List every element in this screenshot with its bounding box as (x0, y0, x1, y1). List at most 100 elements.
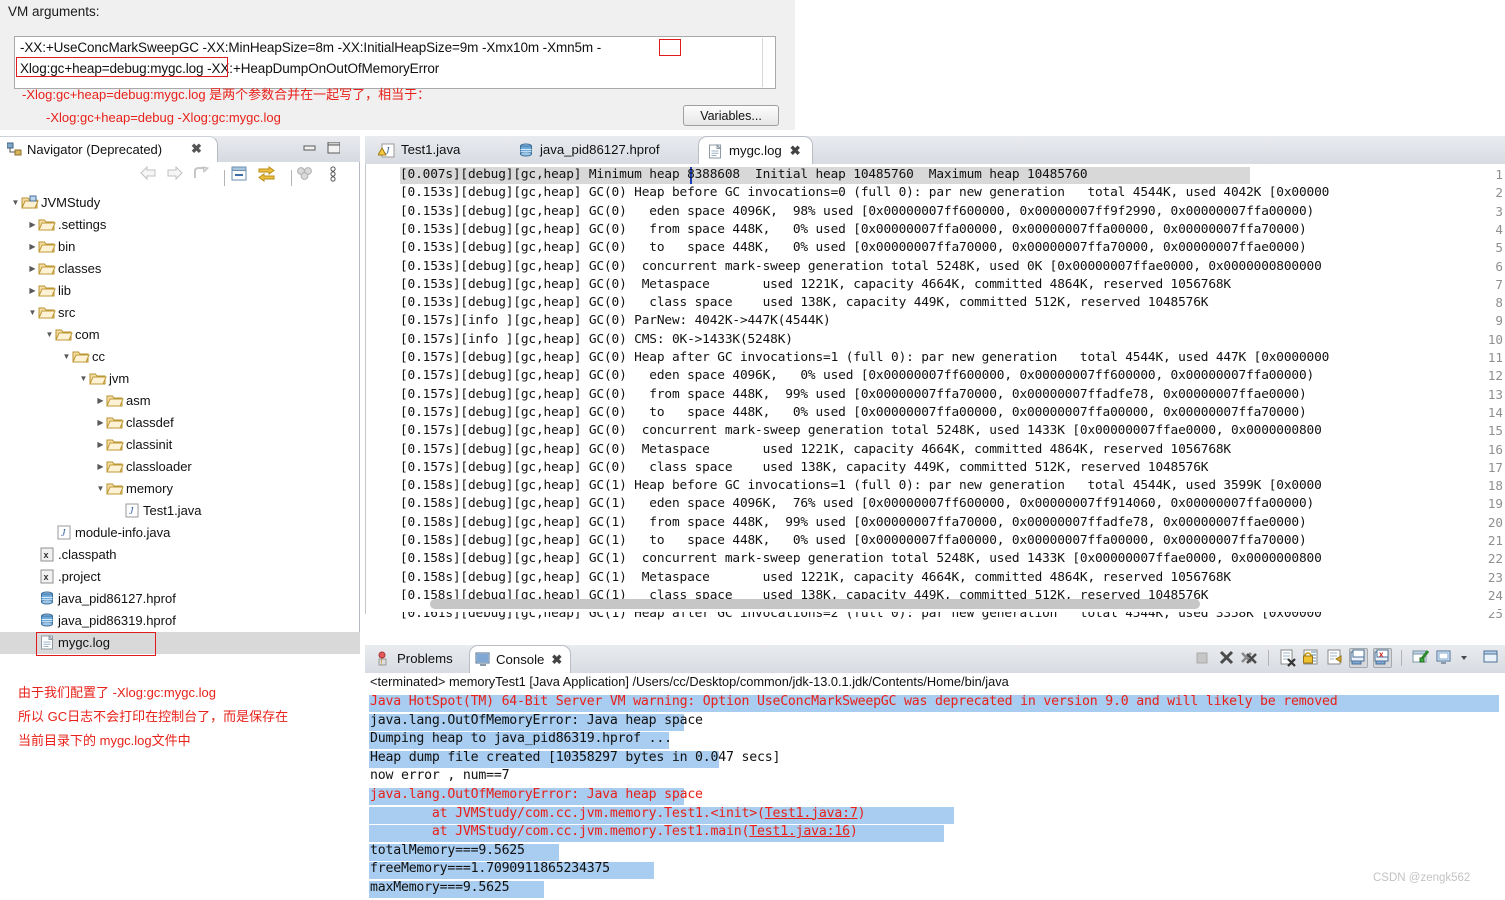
chevron-down-icon[interactable]: ▼ (10, 192, 21, 214)
close-icon[interactable]: ✖ (551, 646, 562, 674)
tree-item-com[interactable]: ▼ com (0, 324, 360, 346)
editor-tab-mygc-log[interactable]: mygc.log ✖ (698, 136, 813, 164)
tree-item-label: classinit (126, 437, 173, 452)
up-icon[interactable] (192, 166, 214, 186)
tree-item--classpath[interactable]: x .classpath (0, 544, 360, 566)
tree-item-memory[interactable]: ▼ memory (0, 478, 360, 500)
log-line: [0.157s][debug][gc,heap] GC(0) Metaspace… (400, 441, 1231, 457)
folder-icon (106, 483, 124, 495)
remove-all-launches-icon[interactable] (1240, 648, 1259, 668)
tree-item-jvmstudy[interactable]: ▼ JVMStudy (0, 192, 360, 214)
show-console-on-error-icon[interactable]: x (1372, 648, 1392, 668)
editor-tab-java-pid86127-hprof[interactable]: java_pid86127.hprof (510, 136, 688, 164)
console-dropdown-icon[interactable] (1459, 648, 1478, 668)
tab-console[interactable]: Console ✖ (469, 645, 572, 674)
log-line: [0.158s][debug][gc,heap] GC(1) Heap befo… (400, 478, 1322, 494)
close-icon[interactable]: ✖ (191, 141, 202, 157)
navigator-annotation-3: 当前目录下的 mygc.log文件中 (18, 733, 191, 748)
tree-item-label: module-info.java (75, 525, 171, 540)
tree-item-cc[interactable]: ▼ cc (0, 346, 360, 368)
chevron-right-icon[interactable]: ▶ (27, 258, 38, 280)
console-output[interactable]: <terminated> memoryTest1 [Java Applicati… (365, 673, 1505, 900)
svg-text:!: ! (381, 660, 383, 667)
maximize-icon[interactable] (327, 142, 340, 154)
variables-button[interactable]: Variables... (683, 105, 779, 126)
filters-icon[interactable] (296, 166, 318, 186)
collapse-all-icon[interactable] (230, 166, 252, 186)
tab-problems[interactable]: ! Problems (371, 645, 453, 673)
stack-trace-link[interactable]: Test1.java:7 (765, 806, 858, 821)
chevron-right-icon[interactable]: ▶ (95, 412, 106, 434)
editor-hscrollbar-thumb[interactable] (430, 599, 1200, 609)
tree-item-test1-java[interactable]: J Test1.java (0, 500, 360, 522)
navigator-tree[interactable]: ▼ JVMStudy ▶ .settings ▶ bin ▶ classes ▶ lib ▼ src ▼… (0, 192, 360, 654)
tree-item-classloader[interactable]: ▶ classloader (0, 456, 360, 478)
tree-item--settings[interactable]: ▶ .settings (0, 214, 360, 236)
tree-item-classdef[interactable]: ▶ classdef (0, 412, 360, 434)
chevron-down-icon[interactable]: ▼ (61, 346, 72, 368)
log-line: [0.153s][debug][gc,heap] GC(0) to space … (400, 240, 1307, 256)
chevron-right-icon[interactable]: ▶ (27, 214, 38, 236)
tab-navigator[interactable]: Navigator (Deprecated) ✖ (0, 136, 218, 162)
tree-item-bin[interactable]: ▶ bin (0, 236, 360, 258)
tree-item-label: classdef (126, 415, 174, 430)
editor-hscrollbar[interactable] (396, 599, 1498, 612)
chevron-down-icon[interactable]: ▼ (44, 324, 55, 346)
line-number: 8 (1495, 295, 1503, 311)
hprof-file-icon (41, 613, 53, 627)
console-launch-header: <terminated> memoryTest1 [Java Applicati… (370, 674, 1009, 689)
log-line: [0.157s][debug][gc,heap] GC(0) to space … (400, 404, 1307, 420)
display-selected-console-icon[interactable] (1435, 648, 1454, 668)
log-line: [0.153s][debug][gc,heap] GC(0) eden spac… (400, 203, 1315, 219)
chevron-down-icon[interactable]: ▼ (78, 368, 89, 390)
log-line: [0.158s][debug][gc,heap] GC(1) to space … (400, 533, 1307, 548)
tree-item-classinit[interactable]: ▶ classinit (0, 434, 360, 456)
chevron-right-icon[interactable]: ▶ (95, 390, 106, 412)
line-number: 3 (1495, 203, 1503, 219)
tree-item-asm[interactable]: ▶ asm (0, 390, 360, 412)
show-console-on-output-icon[interactable] (1349, 648, 1369, 668)
toolbar-separator-2 (291, 170, 292, 186)
log-line: [0.153s][debug][gc,heap] GC(0) from spac… (400, 221, 1307, 237)
log-line: [0.153s][debug][gc,heap] GC(0) class spa… (400, 295, 1209, 311)
tree-item-lib[interactable]: ▶ lib (0, 280, 360, 302)
editor-tab-test1-java[interactable]: J Test1.java (371, 136, 497, 164)
chevron-down-icon[interactable]: ▼ (95, 478, 106, 500)
tree-item-java-pid86127-hprof[interactable]: java_pid86127.hprof (0, 588, 360, 610)
chevron-right-icon[interactable]: ▶ (95, 456, 106, 478)
clear-console-icon[interactable] (1279, 648, 1298, 668)
vm-arguments-line-1: -XX:+UseConcMarkSweepGC -XX:MinHeapSize=… (20, 40, 602, 55)
terminate-icon[interactable] (1193, 648, 1212, 668)
remove-launch-icon[interactable] (1217, 648, 1236, 668)
open-console-icon[interactable] (1482, 648, 1501, 668)
chevron-down-icon[interactable]: ▼ (27, 302, 38, 324)
folder-icon (106, 461, 124, 473)
tree-item-classes[interactable]: ▶ classes (0, 258, 360, 280)
minimize-icon[interactable] (303, 142, 316, 154)
link-with-editor-icon[interactable] (258, 166, 280, 186)
vm-arguments-scrollbar[interactable] (762, 38, 774, 87)
scroll-lock-icon[interactable] (1302, 648, 1321, 668)
line-number: 20 (1487, 514, 1503, 530)
chevron-right-icon[interactable]: ▶ (27, 280, 38, 302)
tree-item-module-info-java[interactable]: Jmodule-info.java (0, 522, 360, 544)
pin-console-icon[interactable] (1412, 648, 1431, 668)
editor-body[interactable]: 1 [0.007s][debug][gc,heap] Minimum heap 8… (365, 164, 1505, 621)
tree-item-src[interactable]: ▼ src (0, 302, 360, 324)
word-wrap-icon[interactable] (1326, 648, 1345, 668)
chevron-right-icon[interactable]: ▶ (27, 236, 38, 258)
tree-item--project[interactable]: x .project (0, 566, 360, 588)
java-file-icon: J (57, 525, 71, 540)
folder-icon (38, 285, 56, 297)
log-line: [0.157s][info ][gc,heap] GC(0) CMS: 0K->… (400, 331, 793, 347)
close-icon[interactable]: ✖ (790, 143, 801, 158)
line-number: 11 (1487, 350, 1503, 365)
tree-item-jvm[interactable]: ▼ jvm (0, 368, 360, 390)
stack-trace-link[interactable]: Test1.java:16 (749, 824, 850, 839)
tree-item-java-pid86319-hprof[interactable]: java_pid86319.hprof (0, 610, 360, 632)
view-menu-icon[interactable] (328, 166, 340, 186)
back-icon[interactable] (140, 166, 162, 186)
line-number: 21 (1487, 533, 1503, 548)
forward-icon[interactable] (166, 166, 188, 186)
chevron-right-icon[interactable]: ▶ (95, 434, 106, 456)
